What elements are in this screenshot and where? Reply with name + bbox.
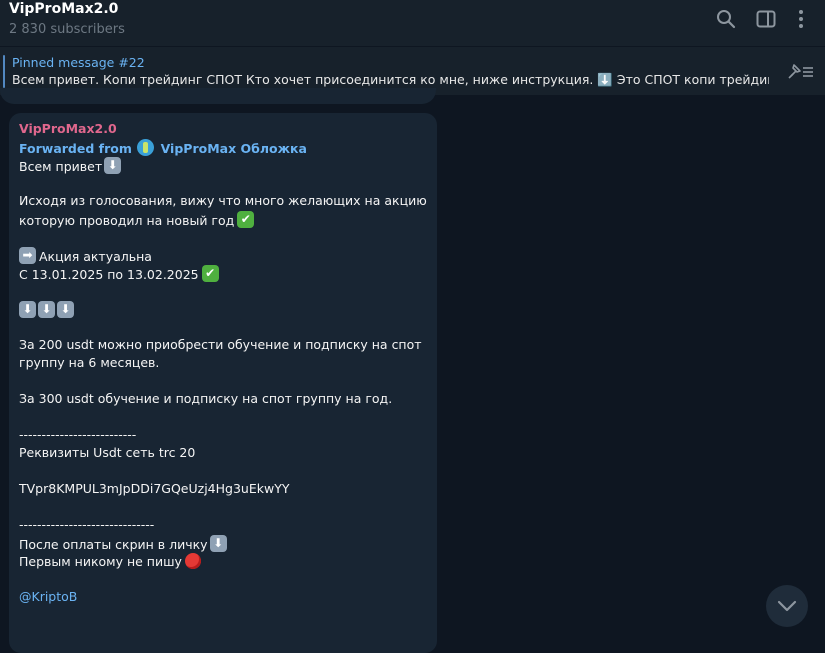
message-line: С 13.01.2025 по 13.02.2025 <box>19 265 219 282</box>
arrow-down-emoji-icon <box>38 301 55 318</box>
message-line: После оплаты скрин в личку <box>19 535 227 552</box>
message-line: которую проводил на новый год <box>19 211 255 228</box>
pinned-text: Всем привет. Копи трейдинг СПОТ Кто хоче… <box>12 72 769 87</box>
message-line: Всем привет <box>19 157 122 174</box>
pinned-indicator <box>3 55 5 88</box>
promo-dates-text: С 13.01.2025 по 13.02.2025 <box>19 267 199 282</box>
arrow-down-emoji-icon <box>104 157 122 174</box>
message-line: За 300 usdt обучение и подписку на спот … <box>19 391 393 406</box>
no-first-text: Первым никому не пишу <box>19 554 182 569</box>
wallet-address[interactable]: TVpr8KMPUL3mJpDDi7GQeUzj4Hg3uEkwYY <box>19 481 289 496</box>
previous-message-bubble <box>0 88 436 104</box>
forwarded-header[interactable]: Forwarded from VipProMax Обложка <box>19 139 307 156</box>
divider-line: -------------------------- <box>19 427 137 442</box>
after-payment-text: После оплаты скрин в личку <box>19 537 208 552</box>
pinned-title: Pinned message #22 <box>12 55 145 70</box>
contact-link[interactable]: @KriptoB <box>19 589 77 604</box>
forwarded-avatar-icon <box>137 139 155 156</box>
more-icon[interactable] <box>790 8 812 30</box>
message-line: Исходя из голосования, вижу что много же… <box>19 193 427 208</box>
forwarded-label: Forwarded from <box>19 141 132 156</box>
message-bubble[interactable]: VipProMax2.0 Forwarded from VipProMax Об… <box>9 113 437 653</box>
chevron-down-icon <box>777 600 797 612</box>
chat-header: VipProMax2.0 2 830 subscribers <box>0 0 825 46</box>
check-mark-emoji-icon <box>201 265 219 282</box>
check-mark-emoji-icon <box>237 211 255 228</box>
arrow-down-emoji-icon <box>57 301 74 318</box>
subscriber-count: 2 830 subscribers <box>9 22 125 37</box>
message-line: За 200 usdt можно приобрести обучение и … <box>19 337 422 352</box>
message-line <box>19 301 74 318</box>
message-line: Реквизиты Usdt сеть trc 20 <box>19 445 196 460</box>
sidebar-toggle-icon[interactable] <box>755 8 777 30</box>
message-line: группу на 6 месяцев. <box>19 355 160 370</box>
arrow-right-emoji-icon <box>19 247 36 264</box>
divider-line: ------------------------------ <box>19 517 155 532</box>
promo-actual-text: Акция актуальна <box>39 249 152 264</box>
message-line: Первым никому не пишу <box>19 553 201 569</box>
message-line: Акция актуальна <box>19 247 152 264</box>
pin-list-icon[interactable] <box>787 62 815 80</box>
greeting-text: Всем привет <box>19 159 103 174</box>
arrow-down-emoji-icon <box>209 535 227 552</box>
channel-title[interactable]: VipProMax2.0 <box>9 1 118 17</box>
red-circle-emoji-icon <box>184 553 201 569</box>
message-sender[interactable]: VipProMax2.0 <box>19 121 117 136</box>
vote-line2-text: которую проводил на новый год <box>19 213 235 228</box>
forwarded-source[interactable]: VipProMax Обложка <box>161 141 307 156</box>
scroll-down-button[interactable] <box>766 585 808 627</box>
search-icon[interactable] <box>715 8 737 30</box>
arrow-down-emoji-icon <box>19 301 36 318</box>
